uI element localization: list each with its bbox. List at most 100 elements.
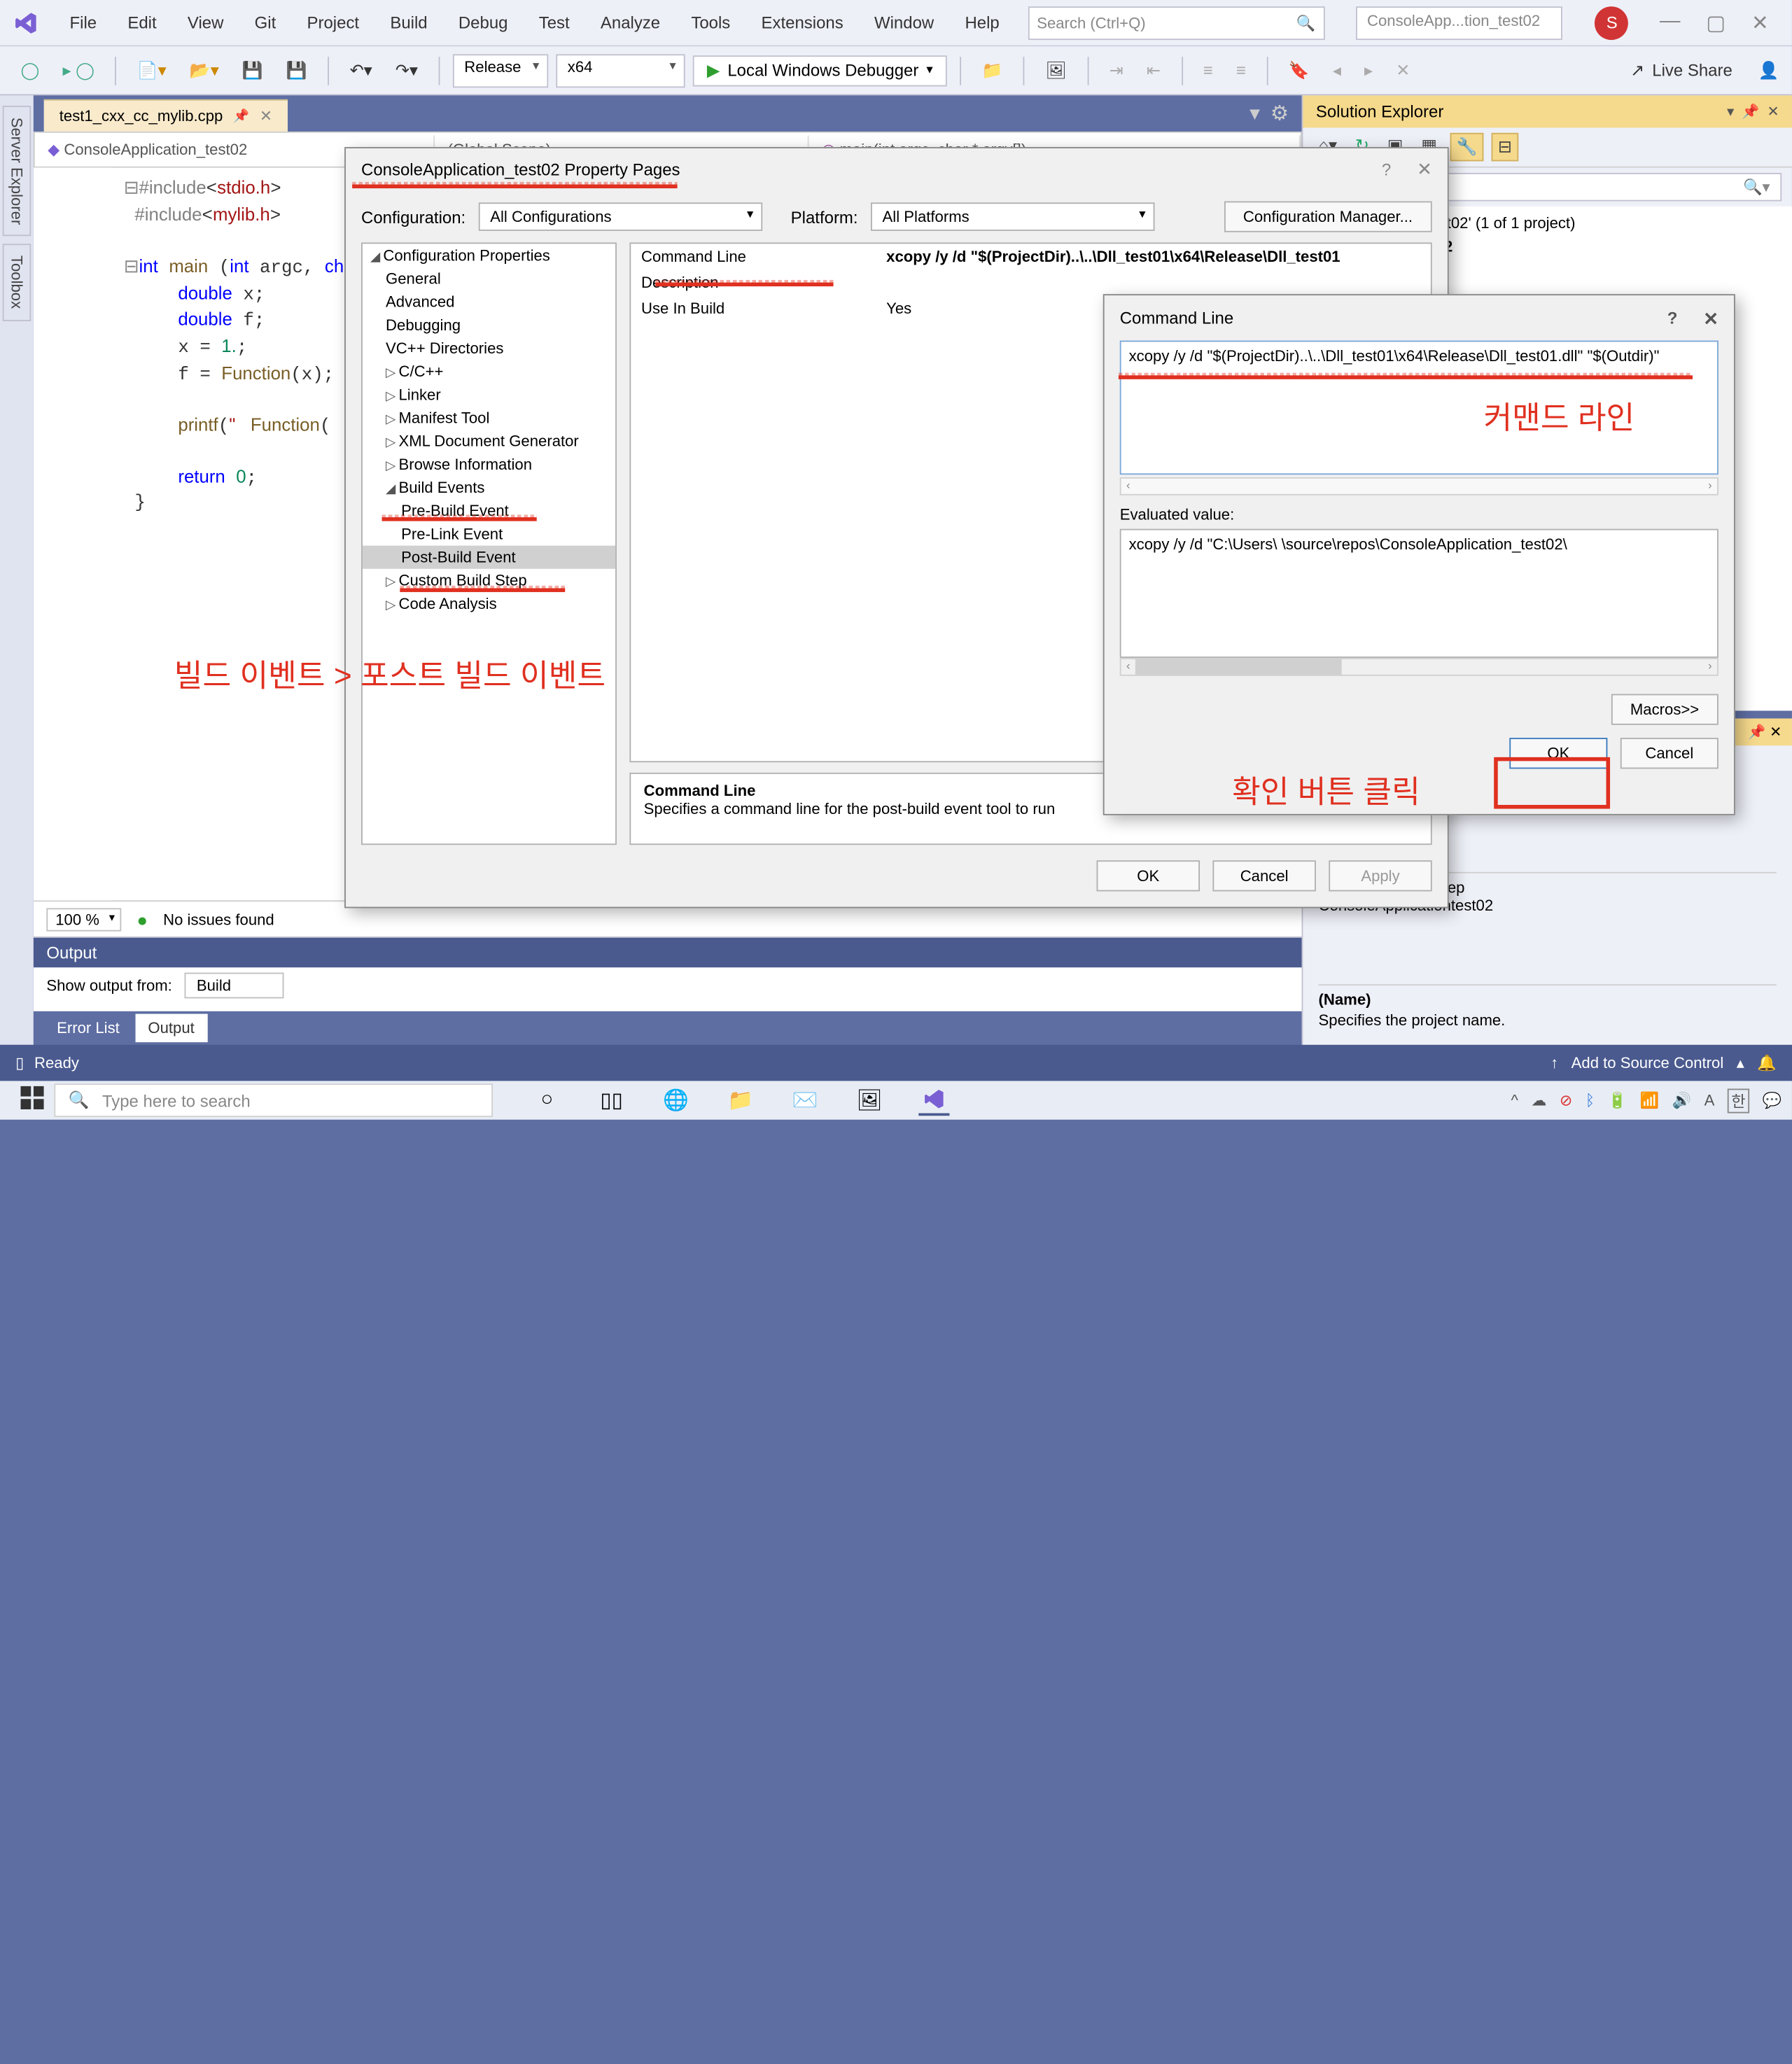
cmd-scrollbar[interactable]: ‹›	[1120, 477, 1718, 496]
align-icon[interactable]: ≡	[1196, 55, 1221, 85]
cortana-icon[interactable]: ○	[531, 1085, 562, 1116]
dialog-close-icon[interactable]: ✕	[1417, 159, 1432, 181]
minimize-icon[interactable]: —	[1660, 10, 1680, 36]
menu-extensions[interactable]: Extensions	[748, 8, 856, 37]
tray-lang-icon[interactable]: A	[1704, 1091, 1715, 1109]
macros-button[interactable]: Macros>>	[1611, 694, 1718, 725]
tree-browse[interactable]: ▷Browse Information	[363, 453, 615, 476]
cmd-close-icon[interactable]: ✕	[1703, 308, 1718, 330]
bm-clear-icon[interactable]: ✕	[1388, 55, 1418, 85]
nav-fwd-icon[interactable]: ▸ ◯	[55, 55, 102, 85]
tab-output[interactable]: Output	[135, 1014, 207, 1043]
tree-advanced[interactable]: Advanced	[363, 290, 615, 314]
tray-bluetooth-icon[interactable]: ᛒ	[1586, 1091, 1595, 1109]
side-tab-toolbox[interactable]: Toolbox	[3, 244, 31, 321]
menu-file[interactable]: File	[57, 8, 109, 37]
save-icon[interactable]: 💾	[234, 55, 271, 85]
zoom-dropdown[interactable]: 100 %	[46, 908, 121, 931]
bm-prev-icon[interactable]: ◂	[1325, 55, 1349, 85]
grid-val-desc[interactable]	[876, 269, 896, 295]
config-dropdown[interactable]: All Configurations	[479, 202, 762, 231]
property-tree[interactable]: ◢Configuration Properties General Advanc…	[361, 242, 617, 845]
cmd-cancel-button[interactable]: Cancel	[1620, 738, 1718, 768]
user-badge[interactable]: S	[1595, 6, 1629, 39]
panel-dropdown-icon[interactable]: ▾	[1727, 103, 1734, 120]
tree-pre-link[interactable]: Pre-Link Event	[363, 522, 615, 545]
taskbar-search[interactable]: 🔍 Type here to search	[54, 1083, 493, 1117]
tab-error-list[interactable]: Error List	[44, 1014, 133, 1043]
cancel-button[interactable]: Cancel	[1212, 860, 1315, 891]
tray-ime-icon[interactable]: 한	[1728, 1088, 1749, 1113]
new-item-icon[interactable]: 📄▾	[130, 55, 174, 85]
menu-git[interactable]: Git	[241, 8, 288, 37]
cmd-help-icon[interactable]: ?	[1667, 308, 1678, 330]
redo-icon[interactable]: ↷▾	[388, 55, 426, 85]
pin-icon[interactable]: 📌	[233, 109, 249, 123]
platform-dropdown[interactable]: All Platforms	[871, 202, 1154, 231]
tree-build-events[interactable]: ◢Build Events	[363, 476, 615, 499]
panel-close-icon[interactable]: ✕	[1768, 103, 1779, 120]
file-tab-active[interactable]: test1_cxx_cc_mylib.cpp 📌 ✕	[44, 99, 288, 132]
bookmark-icon[interactable]: 🔖	[1281, 55, 1317, 85]
add-source-control[interactable]: Add to Source Control	[1572, 1054, 1724, 1072]
folder-icon[interactable]: 📁	[974, 55, 1011, 85]
tree-vcdirs[interactable]: VC++ Directories	[363, 337, 615, 360]
step-icon[interactable]: ⇥	[1102, 55, 1131, 85]
grid-key-cmdline[interactable]: Command Line	[631, 244, 876, 269]
vs-icon[interactable]	[918, 1085, 949, 1116]
tree-xmldoc[interactable]: ▷XML Document Generator	[363, 430, 615, 453]
props-pin-icon[interactable]: 📌 ✕	[1748, 724, 1782, 740]
tab-dropdown-icon[interactable]: ▾	[1250, 101, 1260, 127]
tree-general[interactable]: General	[363, 267, 615, 290]
step-icon-2[interactable]: ⇤	[1139, 55, 1168, 85]
platform-dropdown[interactable]: x64	[556, 53, 685, 87]
menu-window[interactable]: Window	[862, 8, 947, 37]
tray-onedrive-icon[interactable]: ☁	[1531, 1091, 1546, 1109]
tree-cpp[interactable]: ▷C/C++	[363, 360, 615, 383]
tree-manifest[interactable]: ▷Manifest Tool	[363, 407, 615, 430]
menu-help[interactable]: Help	[952, 8, 1012, 37]
tray-action-icon[interactable]: 💬	[1763, 1091, 1782, 1109]
explorer-icon[interactable]: 📁	[725, 1085, 756, 1116]
grid-val-useinbuild[interactable]: Yes	[876, 295, 922, 321]
mail-icon[interactable]: ✉️	[790, 1085, 820, 1116]
sol-toggle-icon[interactable]: ⊟	[1492, 133, 1519, 162]
open-icon[interactable]: 📂▾	[182, 55, 227, 85]
search-input[interactable]: Search (Ctrl+Q) 🔍	[1028, 6, 1324, 39]
tray-volume-icon[interactable]: 🔊	[1672, 1091, 1692, 1109]
tree-root[interactable]: ◢Configuration Properties	[363, 244, 615, 267]
bell-icon[interactable]: 🔔	[1757, 1054, 1777, 1072]
save-all-icon[interactable]: 💾	[279, 55, 315, 85]
config-manager-button[interactable]: Configuration Manager...	[1224, 202, 1432, 232]
maximize-icon[interactable]: ▢	[1706, 10, 1726, 36]
menu-test[interactable]: Test	[526, 8, 582, 37]
close-icon[interactable]: ✕	[1751, 10, 1769, 36]
side-tab-server-explorer[interactable]: Server Explorer	[3, 106, 31, 237]
bm-next-icon[interactable]: ▸	[1357, 55, 1380, 85]
undo-icon[interactable]: ↶▾	[342, 55, 380, 85]
tray-chevron-icon[interactable]: ^	[1511, 1091, 1518, 1109]
output-from-dropdown[interactable]: Build	[185, 973, 284, 999]
start-debug-button[interactable]: ▶ Local Windows Debugger ▾	[693, 55, 947, 85]
tray-battery-icon[interactable]: 🔋	[1608, 1091, 1628, 1109]
ok-button[interactable]: OK	[1097, 860, 1200, 891]
menu-analyze[interactable]: Analyze	[587, 8, 673, 37]
panel-pin-icon[interactable]: 📌	[1742, 103, 1759, 120]
edge-icon[interactable]: 🌐	[661, 1085, 692, 1116]
start-button[interactable]	[10, 1081, 55, 1121]
dialog-help-icon[interactable]: ?	[1382, 160, 1391, 180]
menu-view[interactable]: View	[174, 8, 236, 37]
taskview-icon[interactable]: ▯▯	[596, 1085, 626, 1116]
photos-icon[interactable]: 🖼	[854, 1085, 885, 1116]
grid-val-cmdline[interactable]: xcopy /y /d "$(ProjectDir)..\..\Dll_test…	[876, 244, 1350, 269]
tree-linker[interactable]: ▷Linker	[363, 383, 615, 406]
eval-scrollbar[interactable]: ‹›	[1120, 658, 1718, 676]
tray-security-icon[interactable]: ⊘	[1560, 1091, 1573, 1109]
menu-edit[interactable]: Edit	[115, 8, 169, 37]
tree-post-build[interactable]: Post-Build Event	[363, 546, 615, 569]
menu-tools[interactable]: Tools	[678, 8, 743, 37]
tree-code-analysis[interactable]: ▷Code Analysis	[363, 592, 615, 615]
menu-project[interactable]: Project	[294, 8, 372, 37]
live-share-button[interactable]: ↗ Live Share 👤	[1630, 60, 1779, 80]
grid-key-useinbuild[interactable]: Use In Build	[631, 295, 876, 321]
